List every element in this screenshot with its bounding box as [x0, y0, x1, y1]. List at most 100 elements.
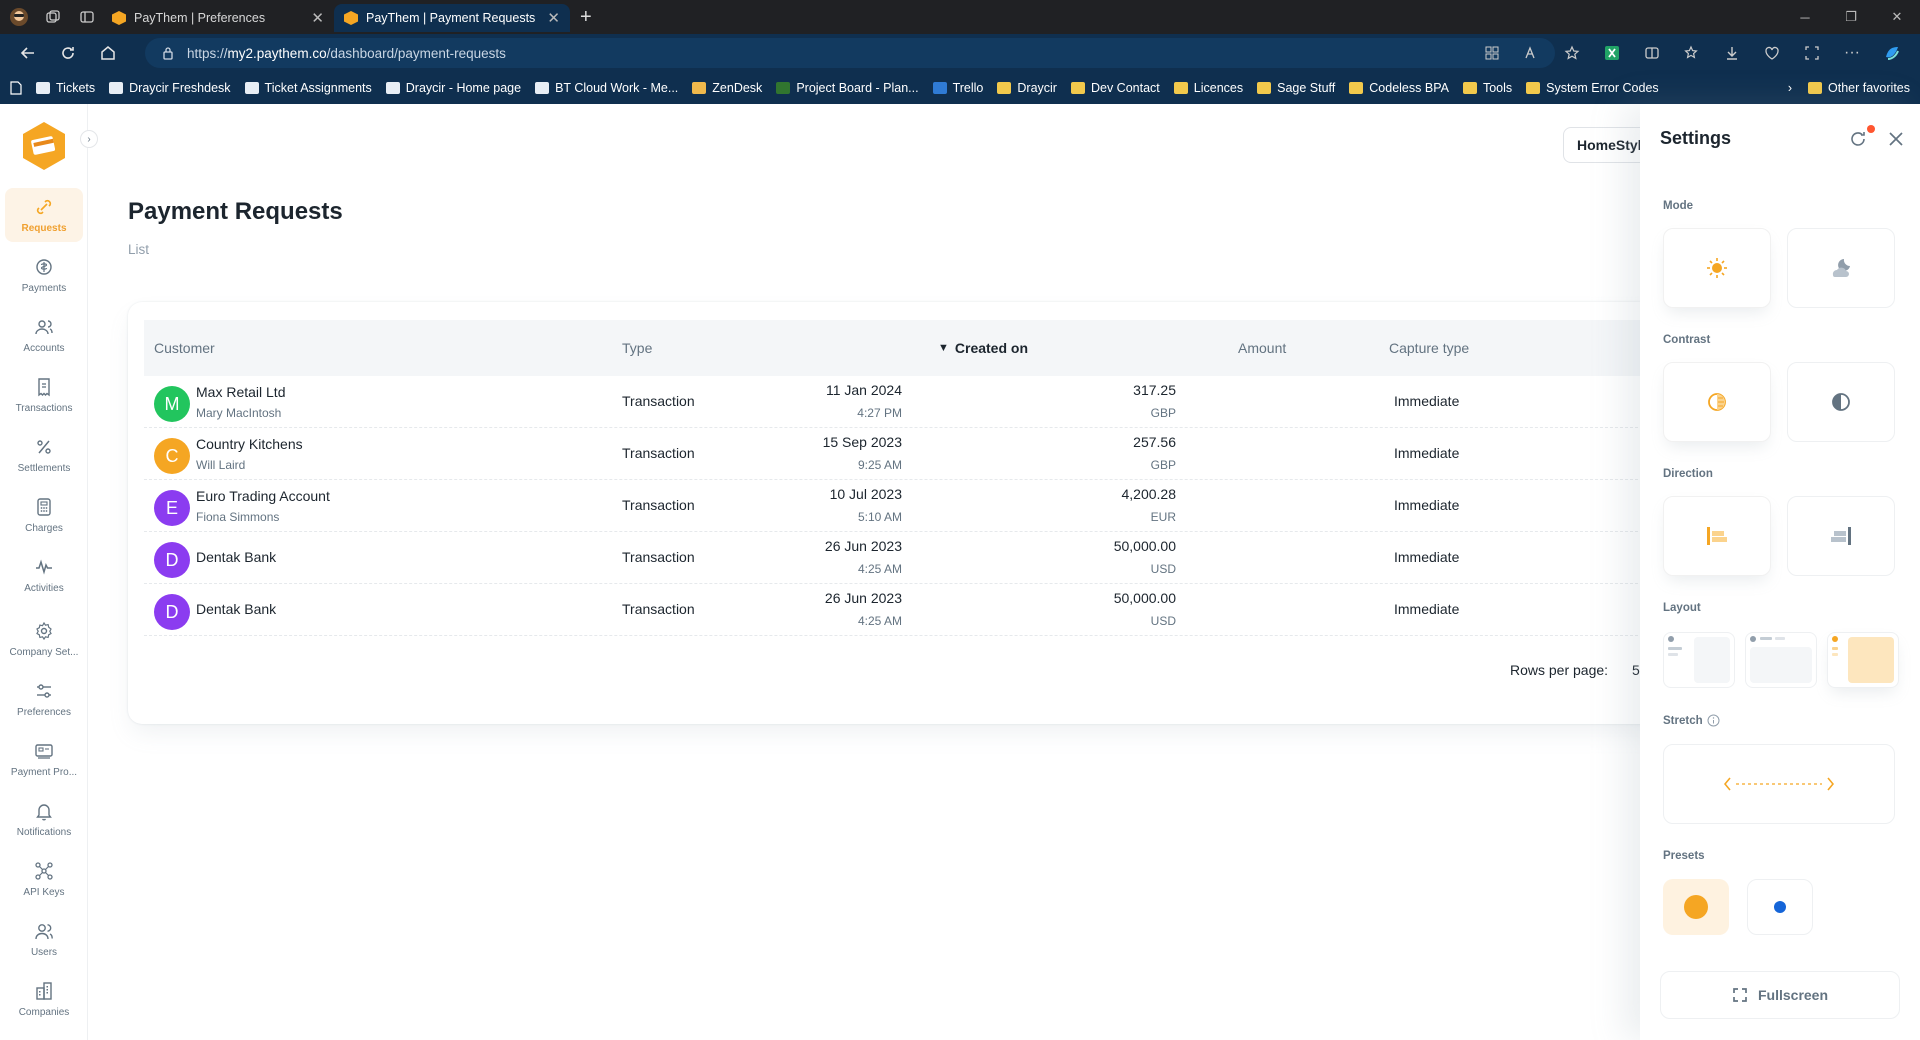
favorite-item[interactable]: ZenDesk: [692, 81, 762, 95]
table-row[interactable]: D Dentak Bank Transaction 26 Jun 2023 4:25 A…: [144, 584, 1688, 636]
favorite-item[interactable]: BT Cloud Work - Me...: [535, 81, 678, 95]
profile-avatar-icon[interactable]: [4, 2, 34, 32]
back-arrow-icon[interactable]: [8, 34, 48, 72]
favorite-item[interactable]: Project Board - Plan...: [776, 81, 919, 95]
sidebar-item-notifications[interactable]: Notifications: [5, 792, 83, 846]
sidebar-item-requests[interactable]: Requests: [5, 188, 83, 242]
browser-tab-preferences[interactable]: PayThem | Preferences ✕: [102, 4, 334, 32]
header-type[interactable]: Type: [622, 320, 652, 376]
layout-horizontal-option[interactable]: [1745, 632, 1817, 688]
home-icon[interactable]: [88, 34, 128, 72]
chevron-right-icon[interactable]: ›: [1788, 81, 1792, 95]
app-sidebar: › Requests Payments Accounts Transactions Se…: [0, 104, 98, 1040]
table-row[interactable]: E Euro Trading Account Fiona Simmons Transa…: [144, 480, 1688, 532]
folder-icon: [1070, 82, 1085, 94]
customer-name[interactable]: Euro Trading Account: [196, 488, 330, 504]
more-options-icon[interactable]: ···: [1834, 36, 1870, 70]
rows-per-page-select[interactable]: 5: [1632, 662, 1640, 678]
direction-rtl-option[interactable]: [1787, 496, 1895, 576]
preset-blue-option[interactable]: [1747, 879, 1813, 935]
downloads-icon[interactable]: [1714, 36, 1750, 70]
favorite-item[interactable]: Codeless BPA: [1349, 81, 1449, 95]
tab-actions-icon[interactable]: [72, 2, 102, 32]
table-row[interactable]: C Country Kitchens Will Laird Transaction 15…: [144, 428, 1688, 480]
favorite-item[interactable]: Ticket Assignments: [244, 81, 372, 95]
sidebar-item-charges[interactable]: Charges: [5, 488, 83, 542]
customer-name[interactable]: Country Kitchens: [196, 436, 303, 452]
header-created-on[interactable]: ▼ Created on: [938, 320, 1028, 376]
favorite-item[interactable]: Sage Stuff: [1257, 81, 1335, 95]
favorites-icon[interactable]: [1674, 36, 1710, 70]
close-icon[interactable]: ✕: [311, 9, 324, 27]
contrast-default-option[interactable]: [1663, 362, 1771, 442]
sidebar-item-accounts[interactable]: Accounts: [5, 308, 83, 362]
favorite-item[interactable]: Trello: [932, 81, 983, 95]
layout-mini-option[interactable]: [1827, 632, 1899, 688]
sidebar-item-label: Activities: [24, 582, 64, 594]
new-tab-plus-icon[interactable]: +: [580, 6, 592, 29]
restore-icon[interactable]: ❐: [1828, 0, 1874, 34]
app-available-icon[interactable]: [1474, 36, 1510, 70]
minimize-icon[interactable]: ─: [1782, 0, 1828, 34]
excel-extension-icon[interactable]: [1594, 36, 1630, 70]
mode-dark-option[interactable]: [1787, 228, 1895, 308]
favorite-item[interactable]: Licences: [1173, 81, 1243, 95]
refresh-icon[interactable]: [48, 34, 88, 72]
favorite-item[interactable]: Draycir - Home page: [385, 81, 521, 95]
customer-name[interactable]: Max Retail Ltd: [196, 384, 285, 400]
sidebar-item-payments[interactable]: Payments: [5, 248, 83, 302]
paythem-logo-icon[interactable]: [20, 120, 68, 172]
amount-value: 4,200.28: [1121, 486, 1177, 502]
customer-name[interactable]: Dentak Bank: [196, 601, 276, 617]
favorite-item[interactable]: Draycir Freshdesk: [109, 81, 231, 95]
header-customer[interactable]: Customer: [154, 320, 215, 376]
sidebar-item-activities[interactable]: Activities: [5, 548, 83, 602]
sidebar-item-label: Users: [30, 946, 58, 958]
favorite-item[interactable]: Draycir: [997, 81, 1057, 95]
table-row[interactable]: D Dentak Bank Transaction 26 Jun 2023 4:25 A…: [144, 532, 1688, 584]
sidebar-item-payment-pro[interactable]: Payment Pro...: [5, 732, 83, 786]
browser-tab-payment-requests[interactable]: PayThem | Payment Requests ✕: [334, 4, 570, 32]
contrast-bold-option[interactable]: [1787, 362, 1895, 442]
other-favorites-folder[interactable]: Other favorites: [1808, 81, 1910, 95]
browser-essentials-icon[interactable]: [1754, 36, 1790, 70]
header-capture-type[interactable]: Capture type: [1389, 320, 1469, 376]
type-cell: Transaction: [622, 497, 695, 513]
copilot-icon[interactable]: [1874, 36, 1910, 70]
customer-name[interactable]: Dentak Bank: [196, 549, 276, 565]
sidebar-collapse-chevron-icon[interactable]: ›: [80, 130, 98, 148]
favorite-item[interactable]: Dev Contact: [1070, 81, 1160, 95]
info-icon[interactable]: [1707, 714, 1720, 727]
url-field[interactable]: https://my2.paythem.co/dashboard/payment…: [145, 38, 1555, 68]
sidebar-item-users[interactable]: Users: [5, 912, 83, 966]
workspaces-icon[interactable]: [38, 2, 68, 32]
close-icon[interactable]: [1885, 128, 1909, 152]
sidebar-item-settlements[interactable]: Settlements: [5, 428, 83, 482]
direction-ltr-option[interactable]: [1663, 496, 1771, 576]
sidebar-item-companies[interactable]: Companies: [5, 972, 83, 1026]
preset-orange-option[interactable]: [1663, 879, 1729, 935]
favorite-item[interactable]: Tools: [1462, 81, 1512, 95]
breadcrumb: List: [128, 242, 150, 257]
close-icon[interactable]: ✕: [547, 9, 560, 27]
sidebar-item-preferences[interactable]: Preferences: [5, 672, 83, 726]
screenshot-icon[interactable]: [1794, 36, 1830, 70]
favorite-item[interactable]: Tickets: [36, 81, 95, 95]
sidebar-item-api-keys[interactable]: API Keys: [5, 852, 83, 906]
layout-vertical-option[interactable]: [1663, 632, 1735, 688]
table-row[interactable]: M Max Retail Ltd Mary MacIntosh Transaction…: [144, 376, 1688, 428]
favorite-item[interactable]: System Error Codes: [1526, 81, 1659, 95]
sidebar-item-company-set[interactable]: Company Set...: [5, 612, 83, 666]
split-screen-icon[interactable]: [1634, 36, 1670, 70]
fullscreen-button[interactable]: Fullscreen: [1660, 971, 1900, 1019]
window-close-icon[interactable]: ✕: [1874, 0, 1920, 34]
stretch-toggle[interactable]: [1663, 744, 1895, 824]
header-amount[interactable]: Amount: [1238, 320, 1286, 376]
favorite-star-icon[interactable]: [1554, 36, 1590, 70]
preset-orange-swatch: [1684, 895, 1708, 919]
mode-light-option[interactable]: [1663, 228, 1771, 308]
read-aloud-icon[interactable]: [1514, 36, 1550, 70]
sidebar-item-transactions[interactable]: Transactions: [5, 368, 83, 422]
section-contrast-label: Contrast: [1663, 334, 1711, 346]
percent-icon: [37, 439, 51, 454]
